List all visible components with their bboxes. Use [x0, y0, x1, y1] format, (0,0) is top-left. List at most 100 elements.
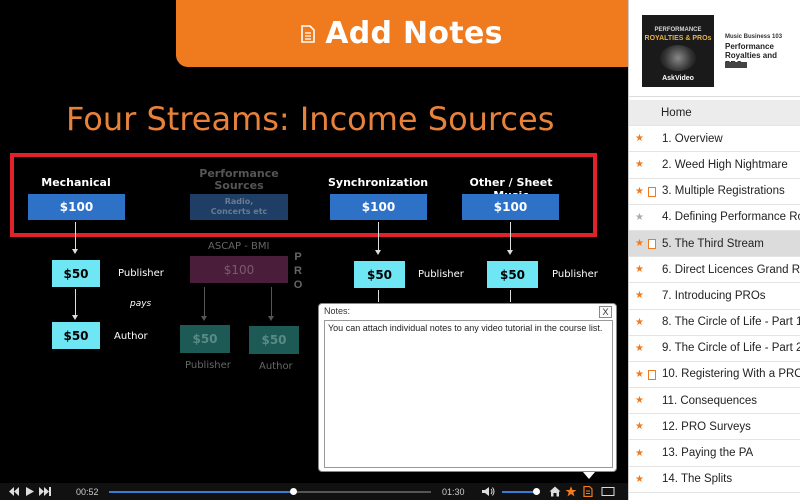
lesson-label: 10. Registering With a PRO	[662, 368, 800, 381]
arrow-line	[271, 287, 272, 316]
favorite-star-icon[interactable]: ★	[635, 238, 645, 249]
notes-textarea[interactable]: You can attach individual notes to any v…	[324, 320, 613, 468]
lesson-item[interactable]: ★ 4. Defining Performance Ro	[629, 205, 800, 231]
perf-author-amount: $50	[249, 326, 299, 354]
player-controls: 00:52 01:30	[0, 483, 628, 500]
lesson-item[interactable]: ★ 11. Consequences	[629, 388, 800, 415]
volume-knob[interactable]	[533, 488, 541, 495]
thumb-line1: PERFORMANCE	[654, 27, 702, 33]
arrow-line	[75, 289, 76, 315]
notes-close-button[interactable]: X	[599, 306, 612, 318]
lesson-item[interactable]: ★ 12. PRO Surveys	[629, 414, 800, 441]
perf-publisher-label: Publisher	[185, 360, 231, 371]
progress-fill	[109, 491, 293, 493]
lesson-item[interactable]: ★ 6. Direct Licences Grand R	[629, 257, 800, 284]
lesson-label: 9. The Circle of Life - Part 2	[662, 342, 800, 355]
lesson-label: 2. Weed High Nightmare	[662, 158, 788, 171]
lesson-label: 14. The Splits	[662, 473, 733, 486]
progress-slider[interactable]	[109, 488, 431, 495]
notes-label: Notes:	[324, 306, 351, 316]
favorite-star-icon[interactable]: ★	[635, 159, 645, 170]
mech-author-label: Author	[114, 331, 148, 342]
sync-publisher-amount: $50	[354, 261, 405, 288]
favorite-star-icon[interactable]: ★	[635, 133, 645, 144]
pro-vertical-label: PRO	[293, 251, 303, 291]
favorite-star-icon[interactable]: ★	[635, 290, 645, 301]
play-icon[interactable]	[26, 487, 34, 496]
notes-icon[interactable]	[583, 486, 593, 497]
lesson-label: 7. Introducing PROs	[662, 289, 766, 302]
star-icon[interactable]	[565, 486, 577, 497]
lesson-item[interactable]: ★ 13. Paying the PA	[629, 440, 800, 467]
thumb-disc-image	[660, 45, 696, 71]
favorite-star-icon[interactable]: ★	[635, 186, 645, 197]
fullscreen-icon[interactable]	[601, 486, 615, 497]
mech-publisher-label: Publisher	[118, 268, 164, 279]
add-notes-banner: Add Notes	[176, 0, 628, 67]
lesson-item[interactable]: ★ 3. Multiple Registrations	[629, 179, 800, 205]
pays-label: pays	[130, 299, 152, 309]
slide-title: Four Streams: Income Sources	[66, 100, 555, 138]
course-sidebar: PERFORMANCE ROYALTIES & PROs AskVideo Mu…	[628, 0, 800, 500]
rewind-icon[interactable]	[9, 487, 19, 496]
lesson-label: 13. Paying the PA	[662, 447, 754, 460]
course-header: PERFORMANCE ROYALTIES & PROs AskVideo Mu…	[629, 0, 800, 97]
lesson-item[interactable]: ★ 7. Introducing PROs	[629, 283, 800, 310]
total-time: 01:30	[442, 487, 465, 497]
favorite-star-icon[interactable]: ★	[635, 212, 645, 223]
arrow-head	[507, 250, 513, 255]
lesson-label: 6. Direct Licences Grand R	[662, 263, 800, 276]
favorite-star-icon[interactable]: ★	[635, 343, 645, 354]
favorite-star-icon[interactable]: ★	[635, 369, 645, 380]
lesson-item[interactable]: ★ 1. Overview	[629, 126, 800, 153]
lesson-item[interactable]: ★ 2. Weed High Nightmare	[629, 152, 800, 179]
progress-knob[interactable]	[289, 488, 297, 495]
banner-title: Add Notes	[325, 16, 503, 51]
lesson-item[interactable]: ★ 10. Registering With a PRO	[629, 362, 800, 389]
lesson-item[interactable]: ★ 8. The Circle of Life - Part 1	[629, 310, 800, 336]
volume-fill	[502, 491, 537, 493]
favorite-star-icon[interactable]: ★	[635, 448, 645, 459]
mech-author-amount: $50	[52, 322, 100, 349]
arrow-line	[378, 222, 379, 250]
fast-forward-icon[interactable]	[39, 487, 51, 496]
performance-sources-box: Radio, Concerts etc	[190, 194, 288, 220]
favorite-star-icon[interactable]: ★	[635, 317, 645, 328]
lesson-label: 3. Multiple Registrations	[662, 185, 785, 198]
document-icon	[301, 24, 316, 43]
lesson-label: 8. The Circle of Life - Part 1	[662, 316, 800, 329]
arrow-line	[378, 290, 379, 302]
favorite-star-icon[interactable]: ★	[635, 474, 645, 485]
lesson-item-home[interactable]: Home	[629, 100, 800, 127]
volume-slider[interactable]	[502, 488, 541, 495]
favorite-star-icon[interactable]: ★	[635, 264, 645, 275]
lesson-item[interactable]: ★ 5. The Third Stream	[629, 230, 800, 258]
lesson-label: 11. Consequences	[662, 394, 758, 407]
playback-buttons	[9, 487, 51, 496]
other-publisher-label: Publisher	[552, 269, 598, 280]
notes-popup: Notes: X You can attach individual notes…	[318, 303, 617, 479]
volume-icon[interactable]	[481, 486, 495, 497]
favorite-star-icon[interactable]: ★	[635, 395, 645, 406]
home-icon[interactable]	[549, 486, 561, 497]
lesson-label: 4. Defining Performance Ro	[662, 211, 800, 224]
arrow-line	[510, 290, 511, 302]
course-badge	[725, 62, 747, 68]
thumb-line2: ROYALTIES & PROs	[644, 35, 712, 42]
arrow-line	[204, 287, 205, 316]
mech-publisher-amount: $50	[52, 260, 100, 287]
course-subtitle: Music Business 103	[725, 34, 783, 40]
course-thumbnail[interactable]: PERFORMANCE ROYALTIES & PROs AskVideo	[642, 15, 714, 87]
lesson-label: 12. PRO Surveys	[662, 420, 751, 433]
note-icon	[648, 186, 656, 197]
arrow-line	[75, 222, 76, 249]
video-player[interactable]: Add Notes Four Streams: Income Sources M…	[0, 0, 628, 500]
arrow-line	[510, 222, 511, 250]
favorite-star-icon[interactable]: ★	[635, 421, 645, 432]
other-amount: $100	[462, 194, 559, 220]
lesson-list: Home ★ 1. Overview ★ 2. Weed High Nightmare ★…	[629, 100, 800, 493]
lesson-item[interactable]: ★ 9. The Circle of Life - Part 2	[629, 336, 800, 362]
ascap-label: ASCAP - BMI	[208, 241, 270, 252]
pro-amount-box: $100	[190, 256, 288, 283]
lesson-item[interactable]: ★ 14. The Splits	[629, 467, 800, 493]
